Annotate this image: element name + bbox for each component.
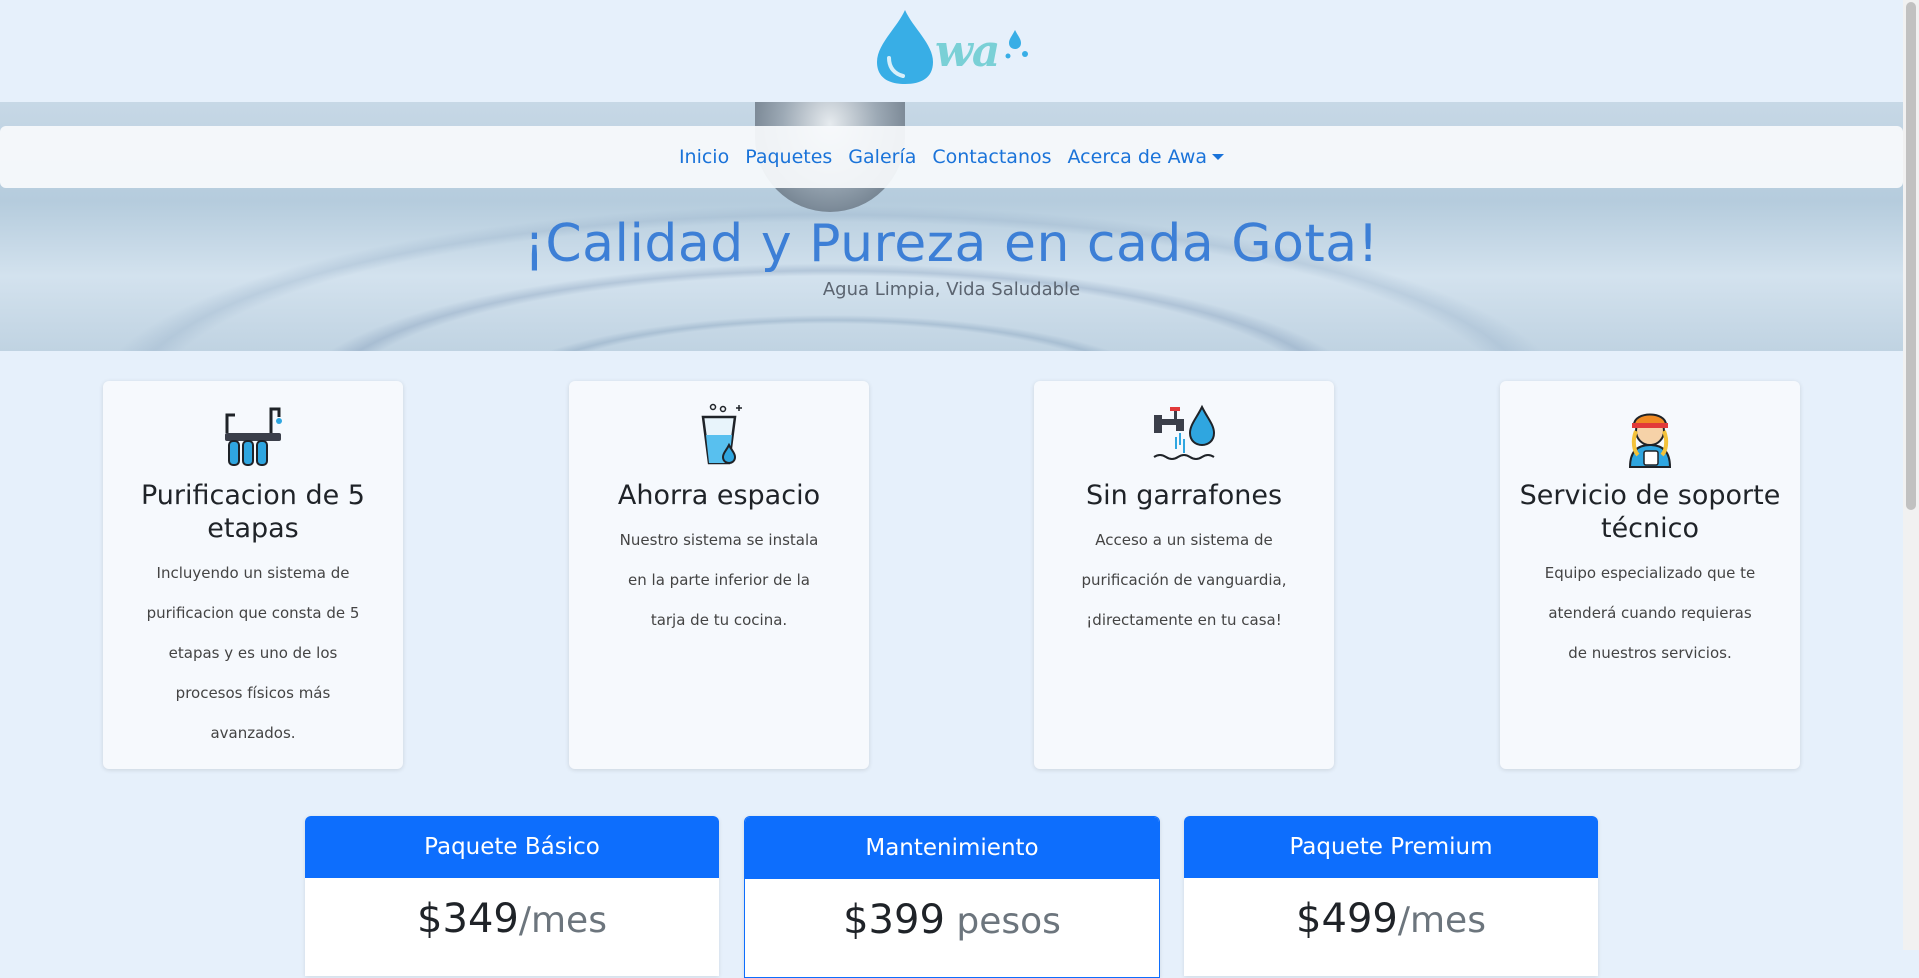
pricing-amount: $349/mes [305, 896, 719, 942]
price-unit: pesos [944, 901, 1061, 942]
pricing-card-title: Paquete Básico [305, 816, 719, 878]
price-unit: /mes [518, 900, 607, 941]
nav-paquetes[interactable]: Paquetes [745, 146, 832, 168]
logo-bar: wa [0, 0, 1903, 102]
pricing-amount: $499/mes [1184, 896, 1598, 942]
pricing-card-title: Mantenimiento [745, 817, 1159, 879]
water-glass-icon [701, 403, 742, 465]
feature-title: Sin garrafones [1085, 480, 1283, 511]
pricing-section: Paquete Básico $349/mes Mantenimiento $3… [0, 816, 1903, 978]
caret-down-icon [1212, 154, 1225, 160]
main-navbar: Inicio Paquetes Galería Contactanos Acer… [0, 126, 1903, 188]
feature-card: Sin garrafones Acceso a un sistema de pu… [1034, 381, 1334, 769]
water-drop-icon [877, 10, 933, 84]
logo-text: wa [935, 26, 1000, 77]
feature-card: Servicio de soporte técnico Equipo espec… [1500, 381, 1800, 769]
feature-title: Ahorra espacio [617, 480, 821, 511]
nav-acerca-label: Acerca de Awa [1067, 146, 1208, 168]
price-value: $399 [843, 897, 945, 943]
feature-title: Servicio de soporte técnico [1519, 480, 1781, 544]
feature-text: Acceso a un sistema de purificación de v… [1081, 531, 1287, 629]
splash-icon [1005, 30, 1028, 59]
price-value: $349 [417, 896, 519, 942]
awa-logo[interactable]: wa [875, 6, 1030, 86]
features-section: Purificacion de 5 etapas Incluyendo un s… [0, 381, 1903, 771]
water-filter-icon [225, 407, 282, 466]
nav-inicio[interactable]: Inicio [679, 146, 729, 168]
feature-text: Incluyendo un sistema de purificacion qu… [146, 564, 360, 742]
page-scrollbar[interactable] [1903, 0, 1919, 950]
pricing-amount: $399 pesos [745, 897, 1159, 943]
pricing-card-mantenimiento[interactable]: Mantenimiento $399 pesos [744, 816, 1160, 978]
technician-icon [1628, 413, 1672, 468]
feature-text: Equipo especializado que te atenderá cua… [1544, 564, 1756, 662]
water-tap-icon [1153, 404, 1216, 460]
nav-acerca-dropdown[interactable]: Acerca de Awa [1068, 146, 1225, 168]
feature-card: Ahorra espacio Nuestro sistema se instal… [569, 381, 869, 769]
feature-text: Nuestro sistema se instala en la parte i… [619, 531, 819, 629]
nav-contactanos[interactable]: Contactanos [932, 146, 1051, 168]
pricing-card-title: Paquete Premium [1184, 816, 1598, 878]
hero-title: ¡Calidad y Pureza en cada Gota! [524, 214, 1379, 274]
nav-galeria[interactable]: Galería [848, 146, 916, 168]
price-unit: /mes [1397, 900, 1486, 941]
feature-title: Purificacion de 5 etapas [141, 480, 365, 544]
feature-card: Purificacion de 5 etapas Incluyendo un s… [103, 381, 403, 769]
hero-subtitle: Agua Limpia, Vida Saludable [822, 279, 1081, 300]
pricing-card-basico[interactable]: Paquete Básico $349/mes [305, 816, 719, 976]
pricing-card-premium[interactable]: Paquete Premium $499/mes [1184, 816, 1598, 976]
price-value: $499 [1296, 896, 1398, 942]
scrollbar-thumb[interactable] [1906, 2, 1916, 510]
